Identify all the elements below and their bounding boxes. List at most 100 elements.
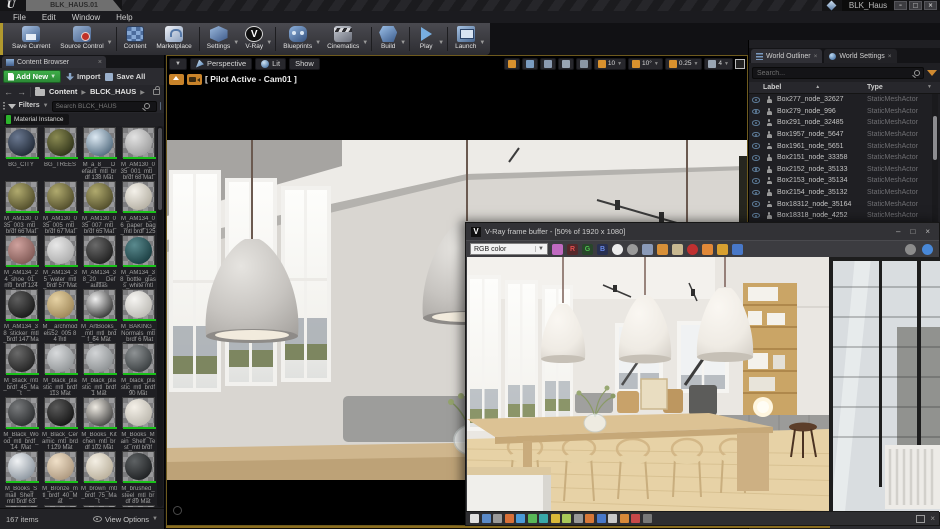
- menu-edit[interactable]: Edit: [35, 13, 63, 22]
- asset-item[interactable]: M_AM130_035_003_mtl_brdf 66 Mat: [2, 180, 40, 234]
- outliner-search-input[interactable]: [752, 67, 924, 79]
- asset-item[interactable]: M_brushed_steel_mtl_brdf 89 Mat: [119, 450, 156, 504]
- color-picker-icon[interactable]: [922, 244, 933, 255]
- asset-item[interactable]: BG_CITY: [2, 126, 40, 180]
- vfb-minimize-button[interactable]: –: [896, 227, 900, 237]
- forward-arrow-icon[interactable]: →: [17, 87, 26, 97]
- asset-item[interactable]: M_AM134_06_paper_bag_mtl brdf 125: [119, 180, 156, 234]
- asset-item[interactable]: M__archmodels52_005 84 mtl: [41, 288, 79, 342]
- outliner-row[interactable]: Box1961_node_5651StaticMeshActor: [749, 140, 935, 152]
- breadcrumb-folder[interactable]: BLCK_HAUS: [90, 86, 136, 98]
- asset-item[interactable]: M_brown_mtl_brdf_75_Mat: [80, 450, 118, 504]
- lit-mode-button[interactable]: Lit: [255, 58, 286, 70]
- asset-item[interactable]: M_AM134_35_water_mtl_brdf 57 Mat: [41, 234, 79, 288]
- save-search-icon[interactable]: [160, 102, 161, 110]
- visibility-eye-icon[interactable]: [752, 143, 760, 149]
- channel-select-dropdown[interactable]: RGB color ▼: [470, 243, 548, 255]
- visibility-eye-icon[interactable]: [752, 120, 760, 126]
- visibility-eye-icon[interactable]: [752, 155, 760, 161]
- level-tab[interactable]: BLK_HAUS.01: [26, 0, 122, 11]
- vray-frame-buffer-window[interactable]: V-Ray frame buffer - [50% of 1920 x 1080…: [465, 222, 940, 526]
- import-button[interactable]: Import: [66, 71, 100, 83]
- settings-button[interactable]: Settings: [202, 24, 236, 54]
- pilot-camera-icon[interactable]: [187, 74, 202, 85]
- menu-help[interactable]: Help: [109, 13, 139, 22]
- asset-item[interactable]: M_AM134_38_sticker_mtl_brdf 147 Mat: [2, 288, 40, 342]
- grid-snap-button[interactable]: 10▼: [594, 58, 626, 70]
- tab-close-icon[interactable]: ×: [98, 59, 102, 66]
- lens-effects-icon[interactable]: [608, 514, 617, 523]
- scrollbar-thumb[interactable]: [933, 116, 937, 160]
- camera-speed-button[interactable]: 4▼: [704, 58, 733, 70]
- outliner-row[interactable]: Box291_node_32485StaticMeshActor: [749, 117, 935, 129]
- vfb-dock-icon[interactable]: [916, 515, 925, 523]
- launch-button[interactable]: Launch: [450, 24, 481, 54]
- grayscale-button[interactable]: [627, 244, 638, 255]
- hue-saturation-icon[interactable]: [551, 514, 560, 523]
- scrollbar-thumb[interactable]: [158, 128, 162, 210]
- marketplace-button[interactable]: Marketplace: [151, 24, 196, 54]
- outliner-scrollbar[interactable]: [932, 94, 938, 224]
- save-all-button[interactable]: Save All: [105, 71, 145, 83]
- asset-item[interactable]: M_Books_Kitchen_mtl_brdf 102 Mat: [80, 396, 118, 450]
- asset-item[interactable]: M_Black_mtl_brdf_45_Mat: [2, 342, 40, 396]
- mono-channel-button[interactable]: [612, 244, 623, 255]
- levels-icon[interactable]: [574, 514, 583, 523]
- content-button[interactable]: Content: [119, 24, 152, 54]
- track-mouse-button[interactable]: [717, 244, 728, 255]
- asset-item[interactable]: M_AM134_38_bottle_glass_white mtl: [119, 234, 156, 288]
- white-balance-icon[interactable]: [539, 514, 548, 523]
- exposure-icon[interactable]: [528, 514, 537, 523]
- visibility-eye-icon[interactable]: [752, 132, 760, 138]
- blue-channel-button[interactable]: B: [597, 244, 608, 255]
- asset-item[interactable]: M_black_plastic_mtl_brdf 1 Mat: [80, 342, 118, 396]
- visibility-eye-icon[interactable]: [752, 109, 760, 115]
- tab-world-settings[interactable]: World Settings ×: [824, 49, 896, 63]
- visibility-eye-icon[interactable]: [752, 190, 760, 196]
- filter-funnel-icon[interactable]: [8, 104, 16, 109]
- type-column-header[interactable]: Type: [867, 82, 883, 93]
- visibility-eye-icon[interactable]: [752, 213, 760, 219]
- filters-label[interactable]: Filters: [19, 100, 40, 112]
- visibility-eye-icon[interactable]: [752, 167, 760, 173]
- minimize-button[interactable]: –: [894, 1, 907, 10]
- denoiser-icon[interactable]: [631, 514, 640, 523]
- asset-item[interactable]: [41, 504, 79, 507]
- vfb-close-button[interactable]: ×: [925, 227, 930, 237]
- menu-window[interactable]: Window: [65, 13, 107, 22]
- asset-item[interactable]: M_Books_Small_Shelf_mtl brdf 63: [2, 450, 40, 504]
- asset-item[interactable]: [119, 504, 156, 507]
- palette-icon[interactable]: [516, 514, 525, 523]
- back-arrow-icon[interactable]: ←: [4, 87, 13, 97]
- build-button[interactable]: Build: [374, 24, 402, 54]
- red-channel-button[interactable]: R: [567, 244, 578, 255]
- outliner-filter-icon[interactable]: [927, 70, 937, 76]
- maximize-button[interactable]: □: [909, 1, 922, 10]
- material-instance-filter-chip[interactable]: Material Instance: [4, 114, 69, 125]
- asset-item[interactable]: M_Bronze_mtl_brdf_40_Mat: [41, 450, 79, 504]
- stop-render-icon[interactable]: [905, 244, 916, 255]
- asset-item[interactable]: M_BAKING_Normals_mtl_brdf 6 Mat: [119, 288, 156, 342]
- add-new-button[interactable]: Add New ▼: [3, 70, 61, 83]
- angle-snap-button[interactable]: 10°▼: [628, 58, 663, 70]
- tab-close-icon[interactable]: ×: [888, 53, 892, 60]
- asset-item[interactable]: M_AM130_035_005_mtl_brdf 67 Mat: [41, 180, 79, 234]
- curves-icon[interactable]: [585, 514, 594, 523]
- asset-item[interactable]: [2, 504, 40, 507]
- green-channel-button[interactable]: G: [582, 244, 593, 255]
- vray-button[interactable]: V-Ray: [240, 24, 268, 54]
- save-corrections-icon[interactable]: [482, 514, 491, 523]
- outliner-row[interactable]: Box2151_node_33358StaticMeshActor: [749, 152, 935, 164]
- stamp-tool-icon[interactable]: [470, 514, 479, 523]
- asset-item[interactable]: BG_TREES: [41, 126, 79, 180]
- outliner-row[interactable]: Box2153_node_35134StaticMeshActor: [749, 175, 935, 187]
- view-options-button[interactable]: View Options ▼: [93, 515, 158, 524]
- asset-item[interactable]: M_a_8___Default_mtl_brdf 138 Mat: [80, 126, 118, 180]
- rotate-gizmo-button[interactable]: [522, 58, 538, 70]
- asset-item[interactable]: M_AM134_38_20___Defaultlas: [80, 234, 118, 288]
- outliner-row[interactable]: Box2152_node_35133StaticMeshActor: [749, 164, 935, 176]
- asset-item[interactable]: M_ArtBooks__mtl_mtl_brdf_64 Mat: [80, 288, 118, 342]
- tab-world-outliner[interactable]: World Outliner ×: [751, 49, 822, 63]
- surface-snap-button[interactable]: [576, 58, 592, 70]
- maximize-viewport-button[interactable]: [735, 59, 745, 69]
